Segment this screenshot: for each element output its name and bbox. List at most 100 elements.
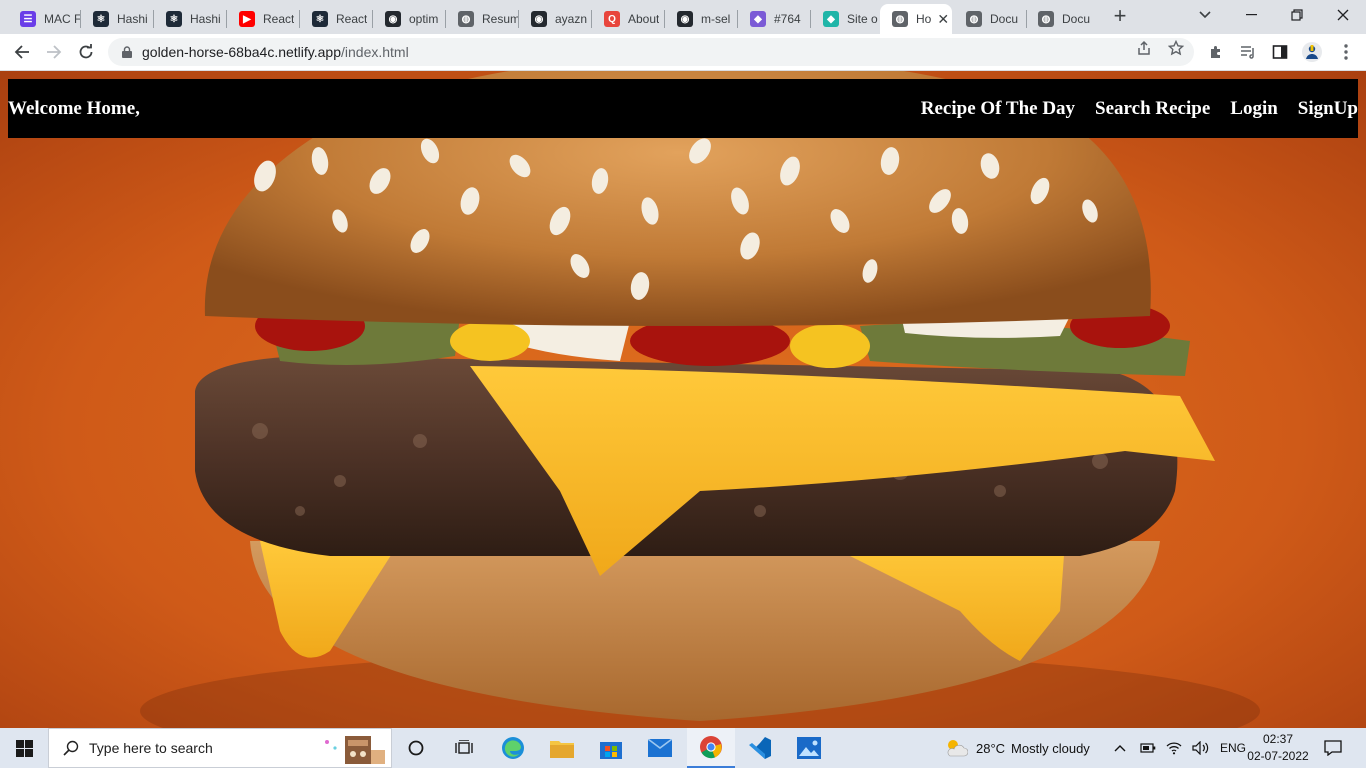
github-icon: ◉ (385, 11, 401, 27)
taskbar-file-explorer[interactable] (538, 728, 586, 768)
browser-toolbar: golden-horse-68ba4c.netlify.app/index.ht… (0, 34, 1366, 71)
netlify-icon: ◆ (823, 11, 839, 27)
browser-tab[interactable]: ◉ ayazn (519, 4, 591, 34)
globe-icon: ◍ (892, 11, 908, 27)
windows-logo-icon (15, 739, 33, 757)
extensions-puzzle-icon[interactable] (1206, 42, 1226, 62)
folder-icon (550, 741, 574, 758)
taskbar-photos[interactable] (785, 728, 833, 768)
react-icon: ⚛ (166, 11, 182, 27)
close-icon (1337, 9, 1349, 21)
youtube-icon: ▶ (239, 11, 255, 27)
browser-tab[interactable]: ▶ React (227, 4, 299, 34)
clock-time: 02:37 (1262, 732, 1294, 746)
tab-title: Site o (847, 12, 878, 26)
nav-search-recipe[interactable]: Search Recipe (1095, 98, 1210, 120)
partly-cloudy-icon (947, 740, 968, 757)
tab-title: Docu (1062, 12, 1091, 26)
volume-icon[interactable] (1192, 741, 1210, 755)
menu-kebab-icon[interactable] (1336, 42, 1356, 62)
mail-icon (648, 739, 672, 757)
arrow-left-icon (14, 45, 29, 59)
notification-icon (1324, 740, 1342, 756)
taskbar-clock[interactable]: 02:37 02-07-2022 (1244, 731, 1312, 765)
profile-avatar[interactable] (1302, 42, 1322, 62)
browser-tab[interactable]: ☰ MAC F (8, 4, 80, 34)
site-navbar: Welcome Home, Recipe Of The Day Search R… (8, 79, 1358, 138)
browser-tab[interactable]: ◉ m-sel (665, 4, 737, 34)
globe-icon: ◍ (458, 11, 474, 27)
browser-tab[interactable]: ◉ optim (373, 4, 445, 34)
discord-icon: ◆ (750, 11, 766, 27)
new-tab-button[interactable]: + (1108, 4, 1132, 30)
weather-widget[interactable]: 28°C Mostly cloudy (944, 728, 1090, 768)
bookmark-star-icon[interactable] (1168, 40, 1184, 56)
share-icon[interactable] (1136, 40, 1152, 56)
browser-tab[interactable]: Q About (592, 4, 664, 34)
browser-tab[interactable]: ◍ Resum (446, 4, 518, 34)
url-text: golden-horse-68ba4c.netlify.app/index.ht… (142, 44, 409, 60)
store-bag-icon (600, 742, 622, 759)
browser-tab[interactable]: ⚛ React (300, 4, 372, 34)
nav-signup[interactable]: SignUp (1298, 98, 1358, 120)
tab-title: ayazn (555, 12, 588, 26)
address-bar[interactable]: golden-horse-68ba4c.netlify.app/index.ht… (108, 38, 1194, 66)
browser-tab[interactable]: ⚛ Hashi (81, 4, 153, 34)
wifi-icon[interactable] (1166, 741, 1182, 755)
tab-title: optim (409, 12, 439, 26)
taskbar-mail[interactable] (636, 728, 684, 768)
taskbar-chrome[interactable] (687, 728, 735, 768)
minimize-button[interactable] (1228, 0, 1274, 30)
browser-tab[interactable]: ⚛ Hashi (154, 4, 226, 34)
forward-button[interactable] (40, 38, 68, 66)
burger-hero-image (0, 71, 1366, 728)
browser-tab[interactable]: ◍ Ho ✕ (880, 4, 952, 34)
browser-tab[interactable]: ◆ Site o (811, 4, 879, 34)
edge-icon (502, 737, 524, 759)
notification-center-button[interactable] (1310, 728, 1356, 768)
search-icon (63, 740, 79, 756)
nav-recipe-of-the-day[interactable]: Recipe Of The Day (921, 98, 1075, 120)
chrome-icon (700, 736, 722, 759)
task-view-button[interactable] (440, 728, 488, 768)
weather-temp: 28°C (976, 740, 1006, 756)
browser-tab[interactable]: ◍ Docu (954, 4, 1026, 34)
windows-taskbar: Type here to search 28°C Mostly cloudy E… (0, 728, 1366, 768)
tab-title: About (628, 12, 660, 26)
start-button[interactable] (0, 728, 48, 768)
media-queue-icon[interactable] (1238, 42, 1258, 62)
language-indicator[interactable]: ENG (1220, 741, 1246, 755)
search-highlight-illustration (325, 736, 385, 764)
taskbar-search-box[interactable]: Type here to search (48, 728, 392, 768)
url-path: /index.html (341, 44, 409, 60)
tab-strip: ☰ MAC F ⚛ Hashi ⚛ Hashi ▶ React ⚛ React ◉ optim ◍ Res… (0, 0, 1366, 34)
chevron-up-icon[interactable] (1114, 744, 1126, 752)
site-brand: Welcome Home, (8, 97, 140, 119)
side-panel-icon[interactable] (1270, 42, 1290, 62)
tab-search-button[interactable] (1182, 0, 1228, 30)
nav-login[interactable]: Login (1230, 98, 1278, 120)
taskbar-edge[interactable] (489, 728, 537, 768)
battery-icon[interactable] (1140, 742, 1156, 754)
close-tab-icon[interactable]: ✕ (937, 11, 949, 28)
reload-button[interactable] (72, 38, 100, 66)
back-button[interactable] (8, 38, 36, 66)
taskbar-store[interactable] (587, 728, 635, 768)
close-window-button[interactable] (1320, 0, 1366, 30)
chevron-down-icon (1199, 11, 1211, 19)
tab-title: m-sel (701, 12, 731, 26)
taskbar-vscode[interactable] (736, 728, 784, 768)
minimize-icon (1245, 14, 1257, 16)
github-icon: ◉ (677, 11, 693, 27)
browser-tab[interactable]: ◆ #764 (738, 4, 810, 34)
weather-desc: Mostly cloudy (1011, 740, 1090, 756)
reload-icon (79, 44, 93, 59)
browser-tab[interactable]: ◍ Docu (1026, 4, 1098, 34)
tab-title: Ho (916, 12, 932, 26)
cortana-button[interactable] (392, 728, 440, 768)
github-icon: ◉ (531, 11, 547, 27)
clock-date: 02-07-2022 (1247, 749, 1309, 763)
restore-button[interactable] (1274, 0, 1320, 30)
tab-title: Hashi (190, 12, 221, 26)
globe-icon: ◍ (966, 11, 982, 27)
